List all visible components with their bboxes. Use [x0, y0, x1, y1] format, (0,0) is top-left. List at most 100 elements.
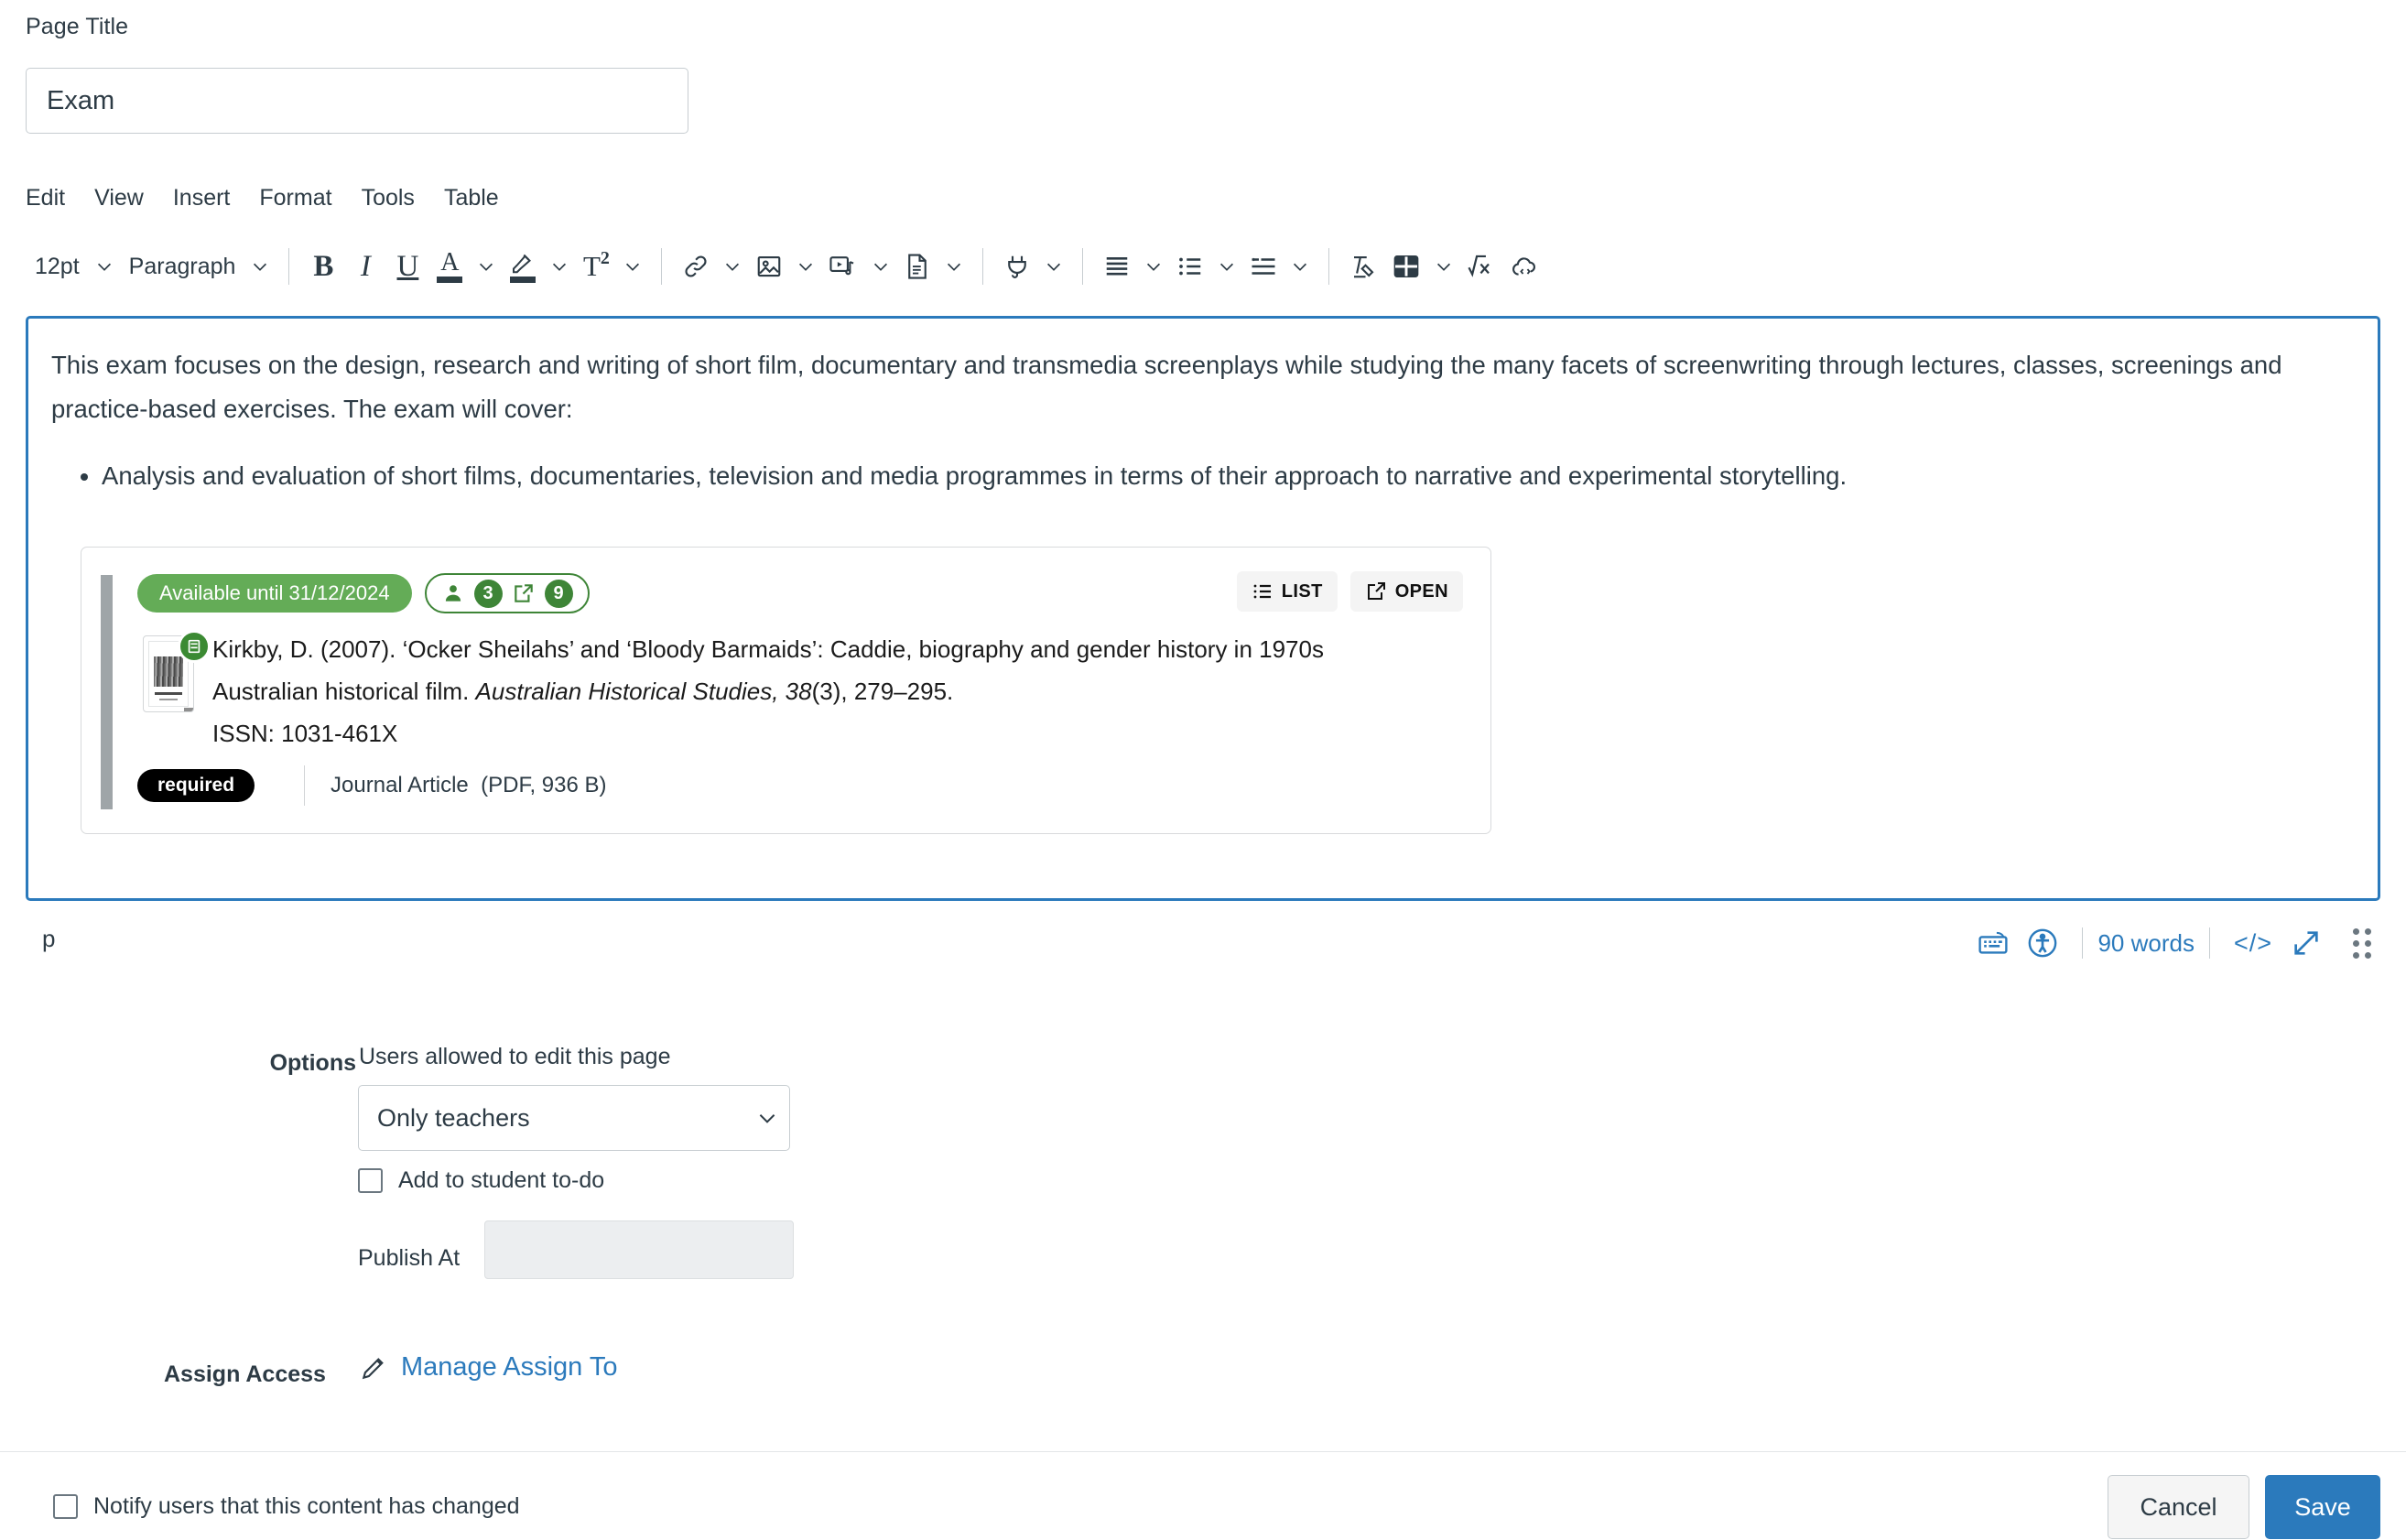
page-title-input[interactable]: [26, 68, 688, 134]
chevron-down-icon-table[interactable]: [1428, 243, 1459, 290]
add-to-todo-row[interactable]: Add to student to-do: [358, 1167, 604, 1194]
toolbar-divider-4: [1082, 248, 1083, 285]
editor-menubar: Edit View Insert Format Tools Table: [26, 181, 514, 215]
rich-text-editor-body[interactable]: This exam focuses on the design, researc…: [26, 316, 2380, 901]
manage-assign-to-link[interactable]: Manage Assign To: [401, 1352, 617, 1383]
open-button[interactable]: OPEN: [1350, 571, 1463, 612]
citation-reference: Kirkby, D. (2007). ‘Ocker Sheilahs’ and …: [212, 628, 1430, 754]
chevron-down-icon-textcolor[interactable]: [471, 243, 502, 290]
chevron-down-icon-align[interactable]: [1138, 243, 1169, 290]
text-color-swatch: [437, 277, 462, 283]
citation-counts: 3 9: [425, 573, 590, 613]
superscript-exponent: 2: [601, 248, 610, 269]
statusbar-divider-1: [2082, 927, 2083, 959]
notify-users-label: Notify users that this content has chang…: [93, 1493, 520, 1520]
bold-button[interactable]: B: [302, 243, 344, 290]
chevron-down-icon-blockformat[interactable]: [244, 243, 276, 290]
citation-reference-italic: Australian Historical Studies, 38: [476, 678, 812, 705]
users-allowed-select[interactable]: Only teachers: [358, 1085, 790, 1151]
save-button[interactable]: Save: [2265, 1475, 2380, 1539]
html-editor-icon[interactable]: </>: [2225, 929, 2281, 958]
resize-handle-icon[interactable]: [2353, 928, 2371, 959]
chevron-down-icon-superscript[interactable]: [617, 243, 648, 290]
bullet-list-icon[interactable]: [1169, 243, 1211, 290]
superscript-button[interactable]: T 2: [575, 243, 617, 290]
publish-at-input[interactable]: [484, 1220, 794, 1279]
math-equation-icon[interactable]: [1459, 243, 1503, 290]
indent-icon[interactable]: [1242, 243, 1284, 290]
list-icon: [1252, 580, 1273, 602]
accessibility-checker-icon[interactable]: [2018, 918, 2067, 968]
chevron-down-icon-document[interactable]: [938, 243, 970, 290]
highlight-swatch: [510, 277, 536, 283]
footer-divider: [0, 1451, 2406, 1452]
menu-tools[interactable]: Tools: [347, 181, 429, 215]
media-icon[interactable]: [821, 243, 865, 290]
open-external-icon: [1365, 580, 1387, 602]
list-button-label: LIST: [1282, 581, 1323, 602]
publish-at-label: Publish At: [358, 1245, 460, 1272]
cancel-button[interactable]: Cancel: [2108, 1475, 2249, 1539]
plug-apps-icon[interactable]: [996, 243, 1038, 290]
chevron-down-icon-media[interactable]: [865, 243, 896, 290]
citation-actions: LIST OPEN: [1237, 571, 1463, 612]
cloud-embed-icon[interactable]: [1503, 243, 1547, 290]
chevron-down-icon-bulletlist[interactable]: [1211, 243, 1242, 290]
menu-insert[interactable]: Insert: [158, 181, 245, 215]
options-section-label: Options: [228, 1050, 356, 1077]
citation-card[interactable]: Available until 31/12/2024 3 9: [81, 547, 1491, 834]
availability-badge: Available until 31/12/2024: [137, 574, 412, 613]
clear-formatting-icon[interactable]: [1342, 243, 1384, 290]
thumbnail-title-line: [155, 692, 182, 695]
journal-type-icon: [178, 630, 211, 663]
chevron-down-icon-fontsize[interactable]: [89, 243, 120, 290]
menu-format[interactable]: Format: [244, 181, 346, 215]
font-size-button[interactable]: 12pt: [26, 243, 89, 290]
chevron-down-icon-image[interactable]: [790, 243, 821, 290]
editor-bullet-item: Analysis and evaluation of short films, …: [102, 454, 2346, 498]
fullscreen-icon[interactable]: [2281, 918, 2331, 968]
resize-dot: [2365, 928, 2371, 935]
citation-footer: required Journal Article (PDF, 936 B): [137, 765, 606, 806]
resize-dot: [2365, 940, 2371, 947]
image-icon[interactable]: [748, 243, 790, 290]
word-count[interactable]: 90 words: [2097, 929, 2195, 958]
text-color-letter: A: [440, 251, 459, 275]
editor-paragraph: This exam focuses on the design, researc…: [51, 343, 2346, 431]
chevron-down-icon-link[interactable]: [717, 243, 748, 290]
toolbar-divider-3: [982, 248, 983, 285]
notify-users-checkbox[interactable]: [53, 1494, 78, 1519]
statusbar-right: 90 words </>: [1968, 916, 2371, 971]
element-path[interactable]: p: [42, 925, 55, 953]
manage-assign-to-row[interactable]: Manage Assign To: [359, 1352, 617, 1383]
chevron-down-icon-apps[interactable]: [1038, 243, 1069, 290]
notify-users-row[interactable]: Notify users that this content has chang…: [53, 1493, 520, 1520]
menu-view[interactable]: View: [80, 181, 158, 215]
chevron-down-icon-indent[interactable]: [1284, 243, 1316, 290]
table-icon[interactable]: [1384, 243, 1428, 290]
editor-toolbar: 12pt Paragraph B I U A: [26, 240, 1547, 293]
thumbnail-logo: [184, 708, 194, 712]
link-icon[interactable]: [675, 243, 717, 290]
text-color-button[interactable]: A: [428, 243, 471, 290]
italic-button[interactable]: I: [344, 243, 386, 290]
list-button[interactable]: LIST: [1237, 571, 1338, 612]
add-to-todo-checkbox[interactable]: [358, 1168, 383, 1193]
toolbar-divider-2: [661, 248, 662, 285]
menu-table[interactable]: Table: [429, 181, 514, 215]
people-count-badge: 3: [474, 580, 503, 608]
align-left-icon[interactable]: [1096, 243, 1138, 290]
citation-reference-part2: (3), 279–295.: [812, 678, 954, 705]
highlight-color-button[interactable]: [502, 243, 544, 290]
keyboard-shortcuts-icon[interactable]: [1968, 918, 2018, 968]
thumbnail-sub-line: [159, 699, 178, 700]
person-icon: [441, 581, 465, 605]
menu-edit[interactable]: Edit: [26, 181, 80, 215]
chevron-down-icon-highlight[interactable]: [544, 243, 575, 290]
block-format-button[interactable]: Paragraph: [120, 243, 245, 290]
underline-button[interactable]: U: [386, 243, 428, 290]
citation-footer-divider: [304, 765, 305, 806]
open-button-label: OPEN: [1395, 581, 1448, 602]
open-count-badge: 9: [545, 580, 573, 608]
document-icon[interactable]: [896, 243, 938, 290]
